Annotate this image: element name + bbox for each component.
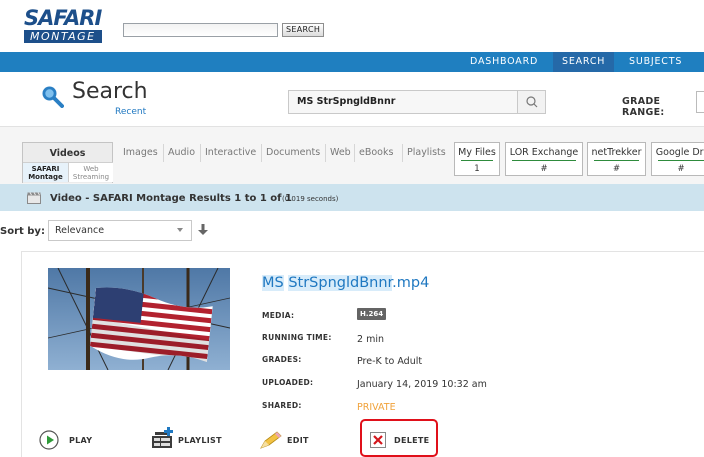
tab-my-files-count: 1 [474, 164, 480, 174]
pencil-icon [260, 431, 282, 449]
add-to-playlist-button[interactable]: PLAYLIST [150, 427, 230, 452]
play-button[interactable]: PLAY [39, 430, 109, 452]
shared-value: PRIVATE [357, 402, 396, 413]
nav-dashboard[interactable]: DASHBOARD [461, 52, 547, 72]
subtab-safari-montage[interactable]: SAFARI Montage [23, 162, 68, 182]
tab-lor-exchange-count: # [540, 164, 548, 174]
results-prefix: Video - SAFARI Montage Results [50, 193, 235, 204]
playlist-label: PLAYLIST [178, 436, 222, 445]
tab-lor-exchange-label: LOR Exchange [509, 147, 579, 158]
play-label: PLAY [69, 436, 93, 445]
edit-label: EDIT [287, 436, 309, 445]
search-query-text: MS StrSpngldBnnr [297, 96, 396, 107]
tab-nettrekker[interactable]: netTrekker # [587, 142, 646, 176]
title-highlight-2: StrSpngldBnnr [288, 275, 393, 291]
tab-google-drive-label: Google Dri [655, 147, 704, 158]
tab-audio[interactable]: Audio [168, 147, 195, 158]
subtab-web-streaming[interactable]: Web Streaming [68, 162, 113, 182]
video-clapper-icon [27, 192, 41, 204]
page-title: Search [72, 79, 148, 104]
tab-separator [200, 144, 201, 162]
sort-by-value: Relevance [55, 225, 105, 236]
tab-separator [325, 144, 326, 162]
recent-link[interactable]: Recent [115, 107, 146, 117]
flag-thumbnail-image [48, 268, 230, 370]
tab-nettrekker-label: netTrekker [591, 147, 642, 158]
playlist-icon [152, 427, 173, 448]
results-time: (0.019 seconds) [282, 195, 339, 203]
safari-montage-logo[interactable]: SAFARI MONTAGE [24, 8, 110, 43]
shared-label: SHARED: [262, 401, 302, 410]
title-highlight-1: MS [262, 275, 284, 291]
media-badge: H.264 [357, 308, 387, 320]
tab-ebooks[interactable]: eBooks [359, 147, 393, 158]
running-time-label: RUNNING TIME: [262, 333, 332, 342]
tab-separator [354, 144, 355, 162]
tab-underline [461, 160, 493, 161]
tab-my-files-label: My Files [458, 147, 496, 158]
grades-value: Pre-K to Adult [357, 356, 423, 367]
chevron-down-icon [177, 228, 183, 232]
logo-text-bottom: MONTAGE [24, 30, 102, 43]
main-search-input[interactable]: MS StrSpngldBnnr [288, 90, 546, 114]
results-summary: Video - SAFARI Montage Results 1 to 1 of… [50, 193, 292, 204]
tab-underline [512, 160, 576, 161]
grade-range-select[interactable] [696, 91, 704, 113]
tab-documents[interactable]: Documents [266, 147, 320, 158]
nav-search[interactable]: SEARCH [553, 52, 615, 72]
sort-by-select[interactable]: Relevance [48, 220, 192, 241]
title-extension: .mp4 [392, 275, 430, 291]
tab-nettrekker-count: # [612, 164, 621, 174]
tab-lor-exchange[interactable]: LOR Exchange # [505, 142, 583, 176]
magnifier-icon [526, 96, 538, 108]
tab-separator [402, 144, 403, 162]
tab-separator [163, 144, 164, 162]
tab-underline [658, 160, 704, 161]
tab-separator [261, 144, 262, 162]
grade-range-label: GRADE RANGE: [622, 96, 665, 118]
search-submit-button[interactable] [517, 91, 545, 113]
edit-button[interactable]: EDIT [259, 430, 319, 452]
logo-text-top: SAFARI [24, 6, 102, 30]
tab-google-drive-count: # [677, 164, 685, 174]
delete-highlight-outline [360, 419, 438, 457]
tab-my-files[interactable]: My Files 1 [454, 142, 500, 176]
sort-by-label: Sort by: [0, 226, 45, 237]
quick-search-input[interactable] [123, 23, 278, 37]
tab-playlists[interactable]: Playlists [407, 147, 446, 158]
sort-direction-icon[interactable] [198, 224, 208, 236]
grades-label: GRADES: [262, 355, 302, 364]
main-nav-bar: DASHBOARD SEARCH SUBJECTS [0, 52, 704, 72]
result-title[interactable]: MS StrSpngldBnnr.mp4 [262, 275, 429, 291]
tab-videos[interactable]: Videos SAFARI Montage Web Streaming [22, 142, 113, 183]
top-header: SAFARI MONTAGE SEARCH [0, 0, 704, 50]
tab-underline [594, 160, 639, 161]
tab-videos-label: Videos [49, 148, 86, 159]
video-thumbnail[interactable] [48, 268, 230, 370]
search-icon [42, 86, 64, 108]
uploaded-value: January 14, 2019 10:32 am [357, 379, 487, 390]
quick-search-button[interactable]: SEARCH [282, 23, 325, 37]
tab-google-drive[interactable]: Google Dri # [651, 142, 704, 176]
tab-interactive[interactable]: Interactive [205, 147, 256, 158]
tab-images[interactable]: Images [123, 147, 158, 158]
media-label: MEDIA: [262, 311, 295, 320]
running-time-value: 2 min [357, 334, 384, 345]
play-icon [39, 430, 59, 450]
nav-subjects[interactable]: SUBJECTS [620, 52, 691, 72]
uploaded-label: UPLOADED: [262, 378, 314, 387]
tab-web[interactable]: Web [330, 147, 351, 158]
